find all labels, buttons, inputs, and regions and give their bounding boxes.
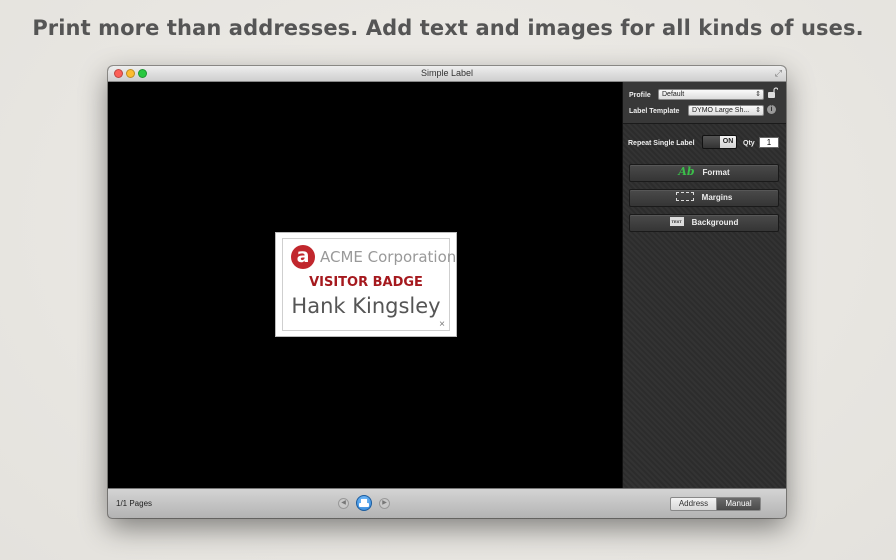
title-bar: Simple Label ⤢ [108, 66, 786, 82]
repeat-label: Repeat Single Label [628, 140, 695, 147]
toggle-state: ON [720, 136, 736, 148]
repeat-toggle[interactable]: ON [702, 135, 737, 149]
inspector-sidebar: Profile Default ⇕ Label Template DYMO La… [622, 82, 786, 488]
margins-button-label: Margins [701, 193, 733, 202]
profile-select-value: Default [662, 91, 685, 98]
page-count: 1/1 Pages [116, 499, 153, 508]
info-icon[interactable]: i [767, 105, 776, 114]
qty-label: Qty [743, 140, 755, 147]
format-button[interactable]: Ab Format [629, 164, 779, 182]
print-button[interactable] [356, 495, 372, 511]
select-arrows-icon: ⇕ [755, 91, 761, 98]
toggle-knob [703, 136, 720, 148]
next-page-button[interactable]: ▶ [379, 498, 390, 509]
previous-page-button[interactable]: ◀ [338, 498, 349, 509]
template-label: Label Template [629, 108, 680, 115]
qty-input[interactable]: 1 [759, 137, 779, 148]
label-canvas: a ACME Corporation VISITOR BADGE Hank Ki… [108, 82, 622, 488]
marketing-headline: Print more than addresses. Add text and … [32, 16, 864, 40]
margins-button[interactable]: Margins [629, 189, 779, 207]
manual-mode-button[interactable]: Manual [716, 497, 761, 511]
company-name: ACME Corporation [320, 248, 457, 266]
background-button-label: Background [691, 218, 739, 227]
company-logo: a [291, 245, 315, 269]
format-button-label: Format [702, 168, 730, 178]
window-title: Simple Label [420, 68, 474, 78]
label-border: a ACME Corporation VISITOR BADGE Hank Ki… [282, 238, 456, 331]
background-icon: TEXT [669, 217, 684, 227]
label-preview[interactable]: a ACME Corporation VISITOR BADGE Hank Ki… [275, 232, 457, 337]
margins-icon [675, 192, 694, 202]
format-icon: Ab [678, 165, 695, 178]
address-mode-button[interactable]: Address [670, 497, 717, 511]
person-name: Hank Kingsley [291, 294, 441, 318]
template-select-value: DYMO Large Sh... [692, 107, 750, 114]
select-arrows-icon: ⇕ [755, 107, 761, 114]
profile-select[interactable]: Default ⇕ [658, 89, 764, 100]
template-select[interactable]: DYMO Large Sh... ⇕ [688, 105, 764, 116]
badge-title: VISITOR BADGE [309, 275, 423, 290]
profile-section: Profile Default ⇕ Label Template DYMO La… [623, 82, 786, 124]
bottom-bar: 1/1 Pages ◀ ▶ Address Manual [108, 488, 786, 518]
lock-icon[interactable] [768, 87, 778, 99]
background-button[interactable]: TEXT Background [629, 214, 779, 232]
app-window: Simple Label ⤢ a ACME Corporation VISITO… [108, 66, 786, 518]
fullscreen-icon[interactable]: ⤢ [775, 69, 782, 78]
profile-label: Profile [629, 92, 651, 99]
close-icon[interactable]: × [439, 319, 445, 330]
